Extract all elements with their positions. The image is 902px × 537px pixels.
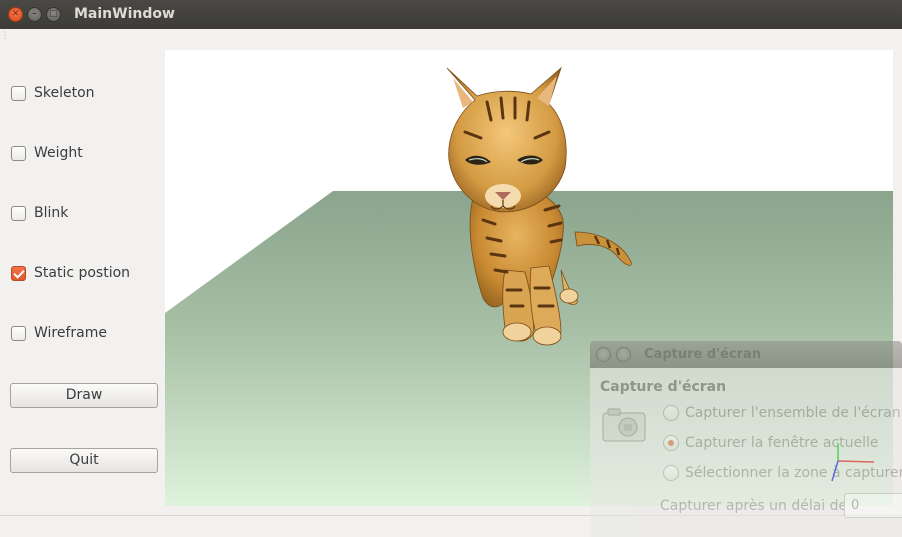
checkbox-label: Weight xyxy=(34,145,83,161)
main-window: ✕ – □ MainWindow Skeleton Weight Blink S… xyxy=(0,0,902,537)
checkbox-box-checked[interactable] xyxy=(11,265,26,281)
wireframe-checkbox[interactable]: Wireframe xyxy=(11,324,107,342)
radio-button-selected[interactable] xyxy=(663,435,679,451)
radio-button[interactable] xyxy=(663,405,679,421)
delay-label: Capturer après un délai de xyxy=(660,498,848,514)
camera-icon xyxy=(602,408,646,442)
checkbox-label: Blink xyxy=(34,205,69,221)
checkbox-label: Skeleton xyxy=(34,85,95,101)
checkbox-box[interactable] xyxy=(11,145,26,161)
checkbox-box[interactable] xyxy=(11,325,26,341)
close-icon[interactable]: ✕ xyxy=(8,7,23,22)
radio-button[interactable] xyxy=(663,465,679,481)
dialog-title-bar: Capture d'écran xyxy=(590,341,902,368)
dialog-heading: Capture d'écran xyxy=(600,379,727,395)
dialog-title: Capture d'écran xyxy=(644,347,762,362)
checkbox-label: Wireframe xyxy=(34,325,108,341)
checkbox-label: Static postion xyxy=(34,265,131,281)
minimize-icon[interactable]: – xyxy=(27,7,42,22)
radio-label: Capturer l'ensemble de l'écran xyxy=(685,405,901,421)
maximize-icon[interactable]: □ xyxy=(46,7,61,22)
capture-screen-radio[interactable]: Capturer l'ensemble de l'écran xyxy=(663,404,901,422)
window-title: MainWindow xyxy=(74,6,175,22)
dialog-close-icon[interactable] xyxy=(596,347,611,362)
dialog-minimize-icon[interactable] xyxy=(616,347,631,362)
quit-button[interactable]: Quit xyxy=(10,448,158,473)
toolbar-grip-icon xyxy=(4,31,6,39)
weight-checkbox[interactable]: Weight xyxy=(11,144,83,162)
blink-checkbox[interactable]: Blink xyxy=(11,204,68,222)
checkbox-box[interactable] xyxy=(11,85,26,101)
checkbox-box[interactable] xyxy=(11,205,26,221)
axis-gizmo-icon xyxy=(831,443,875,482)
screenshot-dialog[interactable]: Capture d'écran Capture d'écran Capturer… xyxy=(590,341,902,537)
delay-spinbox[interactable]: 0 xyxy=(844,493,902,518)
skeleton-checkbox[interactable]: Skeleton xyxy=(11,84,95,102)
title-bar: ✕ – □ MainWindow xyxy=(0,0,902,29)
draw-button[interactable]: Draw xyxy=(10,383,158,408)
static-position-checkbox[interactable]: Static postion xyxy=(11,264,130,282)
